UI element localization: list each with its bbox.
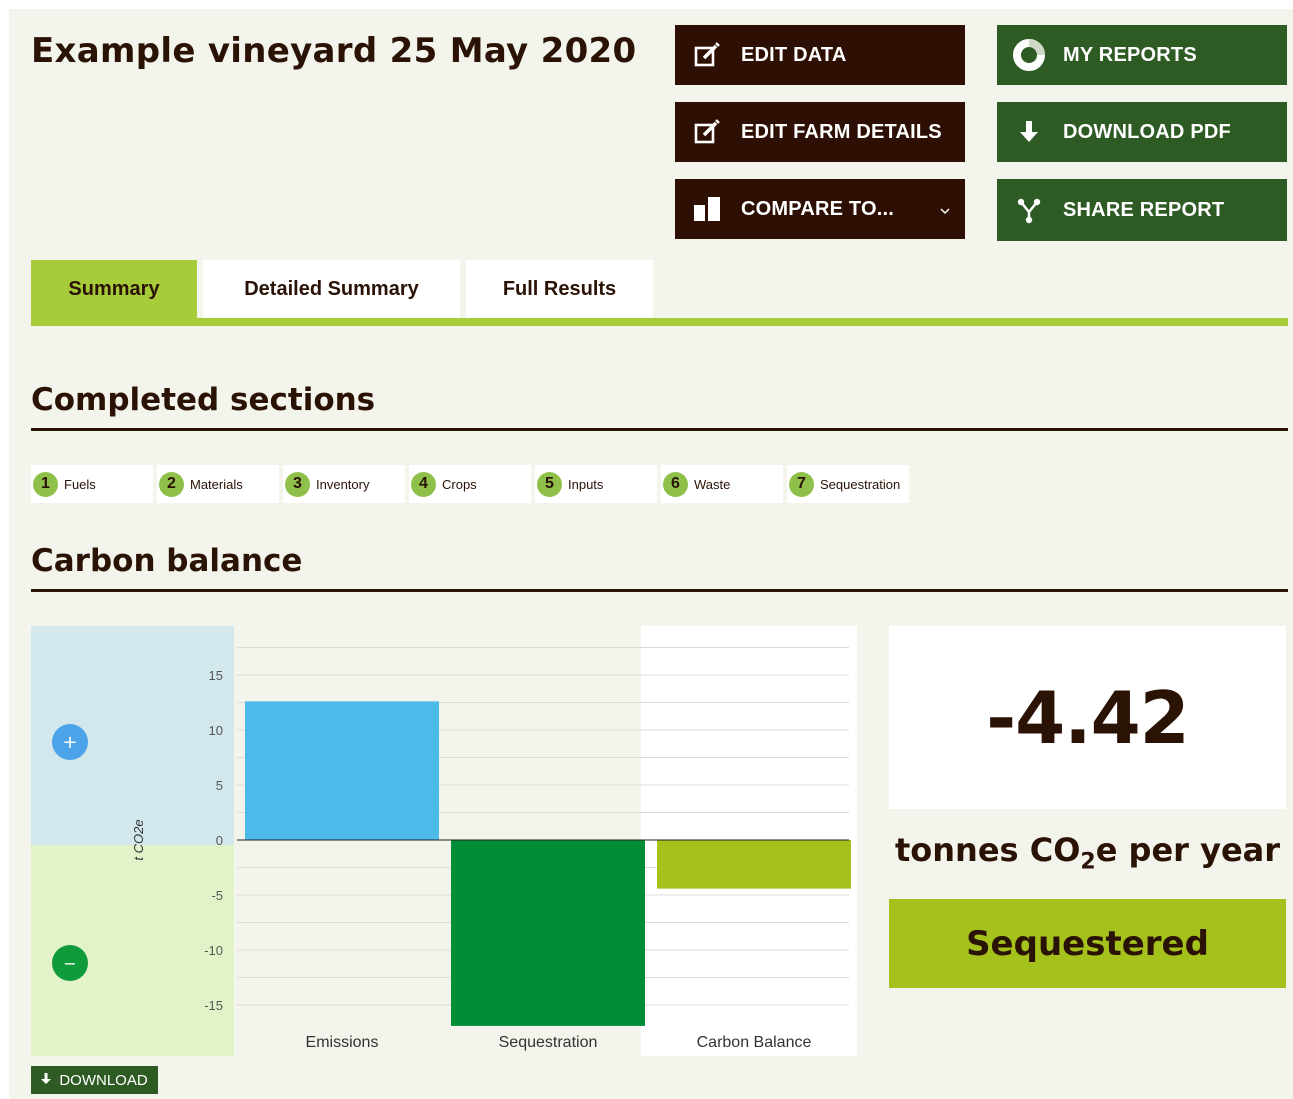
- section-label: Crops: [442, 476, 477, 492]
- units-suffix: e per year: [1095, 831, 1281, 869]
- tab-detailed-summary[interactable]: Detailed Summary: [203, 260, 460, 318]
- my-reports-button[interactable]: MY REPORTS: [997, 25, 1287, 85]
- compare-to-label: COMPARE TO...: [741, 197, 894, 220]
- section-label: Fuels: [64, 476, 96, 492]
- section-number-badge: 1: [33, 471, 58, 497]
- download-label: DOWNLOAD: [59, 1071, 148, 1089]
- y-axis-label: t CO2e: [131, 819, 146, 860]
- section-divider: [31, 589, 1288, 592]
- carbon-balance-units: tonnes CO2e per year: [889, 831, 1286, 874]
- x-tick-label: Emissions: [306, 1034, 379, 1051]
- bar-emissions: [245, 701, 439, 840]
- share-report-button[interactable]: SHARE REPORT: [997, 179, 1287, 241]
- section-label: Sequestration: [820, 476, 901, 492]
- y-tick-label: 5: [216, 778, 223, 793]
- edit-data-button[interactable]: EDIT DATA: [675, 25, 965, 85]
- x-tick-label: Carbon Balance: [697, 1034, 812, 1051]
- section-label: Inventory: [316, 476, 370, 492]
- y-tick-label: 0: [216, 833, 223, 848]
- y-tick-label: -15: [204, 998, 223, 1013]
- report-tabs: Summary Detailed Summary Full Results: [31, 260, 1288, 326]
- section-number-badge: 2: [159, 471, 184, 497]
- section-label: Inputs: [568, 476, 604, 492]
- section-number-badge: 4: [411, 471, 436, 497]
- bar-carbon-balance: [657, 840, 851, 889]
- page-title: Example vineyard 25 May 2020: [31, 31, 637, 71]
- minus-symbol: −: [63, 954, 76, 973]
- units-prefix: tonnes CO: [894, 831, 1081, 869]
- completed-sections-heading: Completed sections: [31, 382, 376, 418]
- units-subscript: 2: [1080, 849, 1096, 875]
- tab-summary[interactable]: Summary: [31, 260, 197, 318]
- download-arrow-icon: [41, 1072, 52, 1089]
- bar-chart-icon: [689, 191, 725, 227]
- section-item-inventory[interactable]: 3 Inventory: [283, 465, 405, 503]
- carbon-status-badge: Sequestered: [889, 899, 1286, 988]
- chart-download-button[interactable]: DOWNLOAD: [31, 1066, 158, 1094]
- edit-icon: [689, 114, 725, 150]
- edit-icon: [689, 37, 725, 73]
- share-icon: [1011, 192, 1047, 228]
- section-item-inputs[interactable]: 5 Inputs: [535, 465, 657, 503]
- section-divider: [31, 428, 1288, 431]
- bar-sequestration: [451, 840, 645, 1026]
- donut-chart-icon: [1011, 37, 1047, 73]
- carbon-balance-value: -4.42: [889, 626, 1286, 809]
- edit-farm-details-label: EDIT FARM DETAILS: [741, 120, 942, 143]
- download-pdf-label: DOWNLOAD PDF: [1063, 120, 1231, 143]
- edit-farm-details-button[interactable]: EDIT FARM DETAILS: [675, 102, 965, 162]
- carbon-balance-heading: Carbon balance: [31, 543, 303, 579]
- report-page: Example vineyard 25 May 2020 EDIT DATA E…: [9, 9, 1293, 1099]
- section-item-materials[interactable]: 2 Materials: [157, 465, 279, 503]
- y-tick-label: -5: [211, 888, 223, 903]
- my-reports-label: MY REPORTS: [1063, 43, 1197, 66]
- section-number-badge: 3: [285, 471, 310, 497]
- y-tick-label: -10: [204, 943, 223, 958]
- tab-full-results[interactable]: Full Results: [466, 260, 653, 318]
- section-item-crops[interactable]: 4 Crops: [409, 465, 531, 503]
- section-label: Waste: [694, 476, 731, 492]
- y-tick-label: 10: [209, 723, 223, 738]
- download-pdf-button[interactable]: DOWNLOAD PDF: [997, 102, 1287, 162]
- share-report-label: SHARE REPORT: [1063, 198, 1225, 221]
- section-item-waste[interactable]: 6 Waste: [661, 465, 783, 503]
- edit-data-label: EDIT DATA: [741, 43, 847, 66]
- x-tick-label: Sequestration: [499, 1034, 598, 1051]
- download-arrow-icon: [1011, 114, 1047, 150]
- plus-symbol: +: [62, 732, 77, 753]
- section-number-badge: 6: [663, 471, 688, 497]
- section-number-badge: 7: [789, 471, 814, 497]
- y-tick-label: 15: [209, 668, 223, 683]
- compare-to-dropdown[interactable]: COMPARE TO...: [675, 179, 965, 239]
- section-label: Materials: [190, 476, 243, 492]
- section-item-sequestration[interactable]: 7 Sequestration: [787, 465, 909, 503]
- section-number-badge: 5: [537, 471, 562, 497]
- carbon-balance-chart: 15 10 5 0 -5 -10 -15 t CO2e + − Emissions Sequestra…: [31, 626, 857, 1056]
- section-item-fuels[interactable]: 1 Fuels: [31, 465, 153, 503]
- tab-underline: [31, 318, 1288, 326]
- chevron-down-icon: [939, 199, 951, 222]
